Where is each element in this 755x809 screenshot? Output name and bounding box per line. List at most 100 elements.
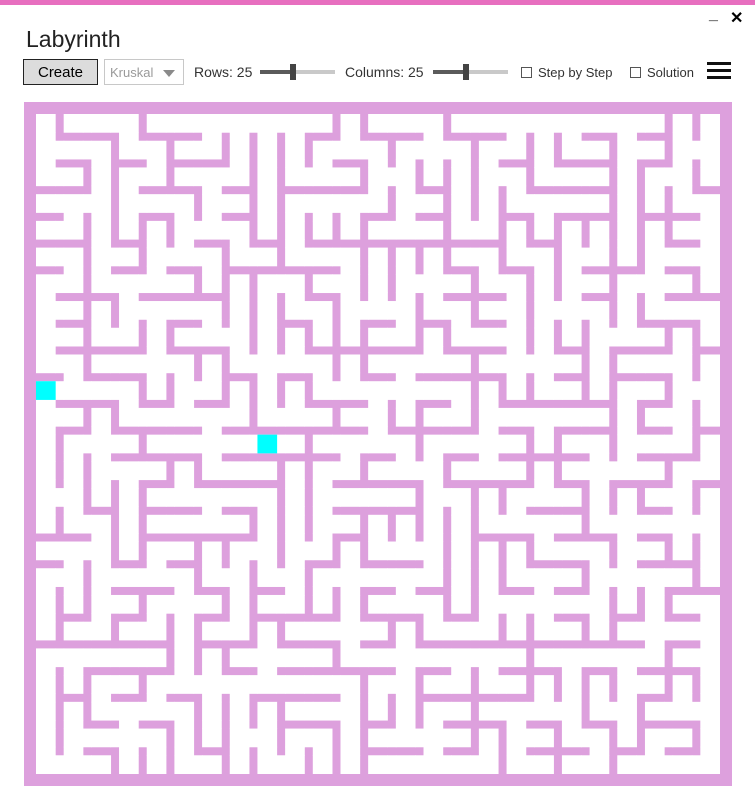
maze-cell (506, 621, 527, 641)
maze-passage (506, 132, 527, 142)
maze-cell (423, 675, 444, 694)
maze-cell (672, 621, 693, 641)
maze-cell (63, 434, 84, 454)
hamburger-menu-icon[interactable] (707, 62, 731, 80)
maze-passage (498, 701, 508, 721)
step-by-step-box[interactable] (521, 67, 532, 78)
maze-cell (423, 167, 444, 187)
maze-cell (229, 274, 250, 294)
maze-passage (700, 613, 720, 623)
maze-passage (146, 239, 167, 249)
maze-passage (525, 247, 535, 267)
maze-passage (581, 247, 591, 267)
minimize-button[interactable]: _ (709, 6, 718, 24)
maze-passage (700, 319, 720, 329)
maze-cell (257, 755, 278, 774)
maze-passage (581, 274, 591, 294)
maze-cell (700, 407, 720, 427)
maze-passage (229, 586, 250, 596)
maze-cell (451, 114, 471, 133)
maze-passage (257, 132, 278, 142)
maze-cell (119, 407, 139, 427)
maze-cell (672, 167, 693, 187)
maze-passage (138, 407, 148, 427)
maze-passage (285, 158, 305, 168)
maze-cell (534, 728, 554, 748)
maze-cell (229, 381, 250, 400)
maze-board[interactable] (24, 102, 732, 786)
maze-cell (423, 354, 444, 374)
maze-passage (415, 648, 425, 668)
maze-passage (415, 381, 425, 400)
maze-passage (174, 239, 195, 249)
maze-cell (229, 407, 250, 427)
maze-passage (257, 666, 278, 676)
maze-cell (36, 140, 56, 160)
maze-cell (257, 648, 278, 668)
maze-passage (82, 514, 92, 534)
maze-cell (146, 488, 167, 507)
goal-marker (257, 434, 278, 454)
solution-box[interactable] (630, 67, 641, 78)
maze-passage (608, 648, 618, 668)
maze-passage (165, 568, 175, 587)
maze-passage (248, 488, 258, 507)
step-by-step-checkbox[interactable]: Step by Step (521, 65, 612, 80)
maze-passage (387, 327, 397, 347)
maze-cell (589, 701, 610, 721)
maze-passage (304, 675, 314, 694)
maze-passage (82, 140, 92, 160)
maze-passage (478, 559, 499, 569)
maze-cell (368, 594, 388, 614)
maze-cell (229, 140, 250, 160)
maze-cell (119, 621, 139, 641)
maze-cell (312, 407, 333, 427)
maze-passage (636, 381, 646, 400)
maze-passage (82, 194, 92, 213)
maze-cell (589, 114, 610, 133)
maze-passage (636, 541, 646, 561)
maze-cell (589, 434, 610, 454)
maze-cell (451, 675, 471, 694)
maze-cell (534, 247, 554, 267)
close-button[interactable]: ✕ (730, 8, 743, 28)
maze-cell (561, 514, 582, 534)
create-button[interactable]: Create (23, 59, 98, 85)
maze-cell (340, 701, 361, 721)
maze-passage (553, 407, 563, 427)
maze-passage (110, 461, 120, 481)
maze-cell (340, 354, 361, 374)
algorithm-dropdown[interactable]: Kruskal (104, 59, 184, 85)
columns-slider[interactable] (433, 64, 508, 80)
maze-passage (534, 426, 554, 436)
columns-slider-thumb[interactable] (463, 64, 470, 80)
maze-passage (442, 648, 452, 668)
maze-cell (91, 701, 112, 721)
maze-cell (312, 568, 333, 587)
maze-passage (340, 452, 361, 462)
maze-canvas[interactable] (24, 102, 732, 786)
maze-passage (387, 675, 397, 694)
maze-cell (285, 247, 305, 267)
maze-cell (174, 274, 195, 294)
maze-passage (387, 488, 397, 507)
maze-passage (359, 381, 369, 400)
solution-checkbox[interactable]: Solution (630, 65, 694, 80)
rows-slider[interactable] (260, 64, 335, 80)
maze-cell (561, 381, 582, 400)
rows-slider-thumb[interactable] (290, 64, 297, 80)
maze-cell (700, 675, 720, 694)
maze-passage (312, 372, 333, 382)
maze-cell (229, 648, 250, 668)
maze-cell (534, 140, 554, 160)
maze-passage (506, 292, 527, 302)
maze-passage (691, 247, 701, 267)
maze-cell (534, 461, 554, 481)
maze-cell (119, 194, 139, 213)
maze-passage (82, 755, 92, 774)
maze-passage (359, 407, 369, 427)
maze-passage (257, 746, 278, 756)
maze-passage (229, 399, 250, 409)
maze-cell (368, 301, 388, 320)
maze-cell (561, 461, 582, 481)
